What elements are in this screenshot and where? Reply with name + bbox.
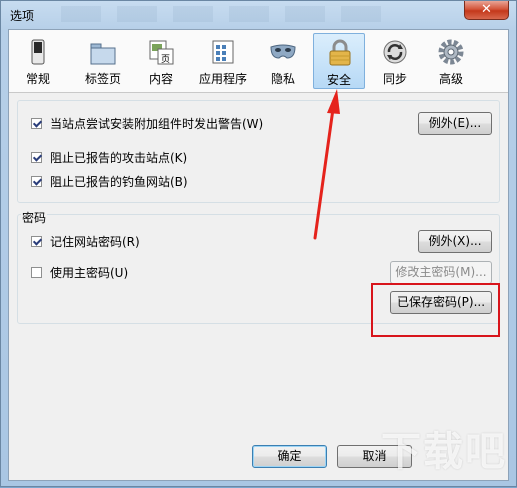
annotation-arrow	[313, 89, 340, 240]
options-window: 选项 ✕ 常规 标签页 页 内容 应用程序 隐私 安全 同步 高级 当站点尝试安…	[0, 0, 517, 487]
site-watermark: 下载吧	[381, 428, 507, 475]
